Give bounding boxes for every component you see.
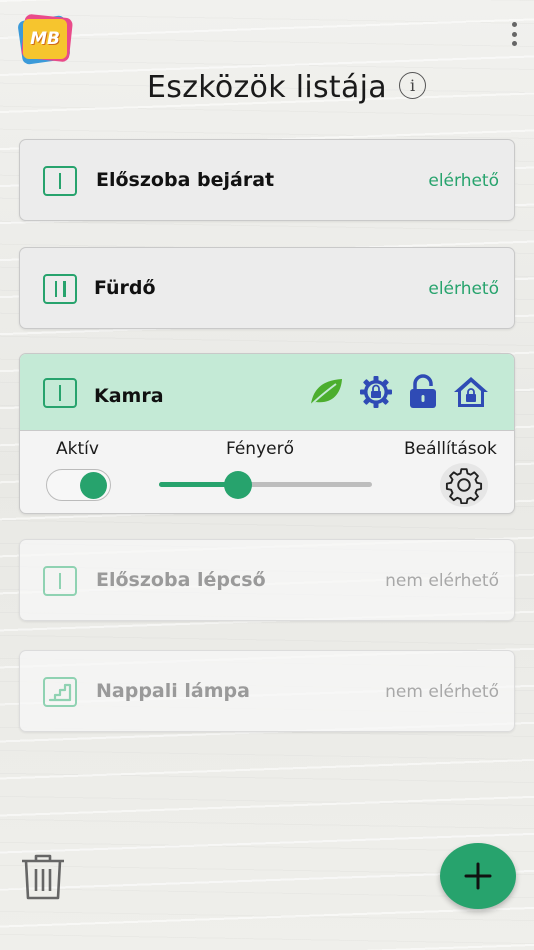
active-label: Aktív xyxy=(56,439,99,459)
trash-icon[interactable] xyxy=(18,851,68,901)
gear-icon xyxy=(445,468,483,504)
device-name: Előszoba bejárat xyxy=(96,169,275,191)
device-name: Előszoba lépcső xyxy=(96,569,266,591)
brightness-slider[interactable] xyxy=(159,471,372,499)
active-toggle[interactable] xyxy=(46,469,111,501)
toggle-knob xyxy=(80,472,107,499)
device-name: Kamra xyxy=(94,385,164,407)
brightness-label: Fényerő xyxy=(226,439,294,459)
device-card[interactable]: Előszoba bejárat elérhető xyxy=(19,139,515,221)
double-switch-icon xyxy=(43,274,77,304)
device-card-expanded[interactable]: Kamra Aktív Fényerő Beállítások xyxy=(19,353,515,514)
add-device-button[interactable] xyxy=(440,843,516,909)
more-vert-icon[interactable] xyxy=(510,22,518,46)
slider-thumb[interactable] xyxy=(223,471,252,499)
device-status: nem elérhető xyxy=(385,682,499,702)
single-switch-icon xyxy=(43,166,77,196)
device-card[interactable]: Előszoba lépcső nem elérhető xyxy=(19,539,515,621)
single-switch-icon xyxy=(43,378,77,408)
device-name: Fürdő xyxy=(94,277,156,299)
home-lock-icon xyxy=(452,374,490,410)
lock-gear-icon xyxy=(358,374,394,410)
device-status: elérhető xyxy=(428,279,499,299)
padlock-icon xyxy=(408,374,438,410)
logo-text: MB xyxy=(30,29,60,49)
page-title: Eszközök listája xyxy=(147,70,387,105)
single-switch-icon xyxy=(43,566,77,596)
info-icon[interactable]: i xyxy=(399,72,426,99)
stairs-icon xyxy=(43,677,77,707)
device-status: nem elérhető xyxy=(385,571,499,591)
leaf-icon xyxy=(308,374,344,410)
app-logo: MB xyxy=(17,13,74,66)
settings-label: Beállítások xyxy=(404,439,497,459)
plus-icon xyxy=(464,862,492,890)
device-card[interactable]: Nappali lámpa nem elérhető xyxy=(19,650,515,732)
device-name: Nappali lámpa xyxy=(96,680,250,702)
device-status: elérhető xyxy=(428,171,499,191)
device-card[interactable]: Fürdő elérhető xyxy=(19,247,515,329)
settings-button[interactable] xyxy=(440,463,488,507)
